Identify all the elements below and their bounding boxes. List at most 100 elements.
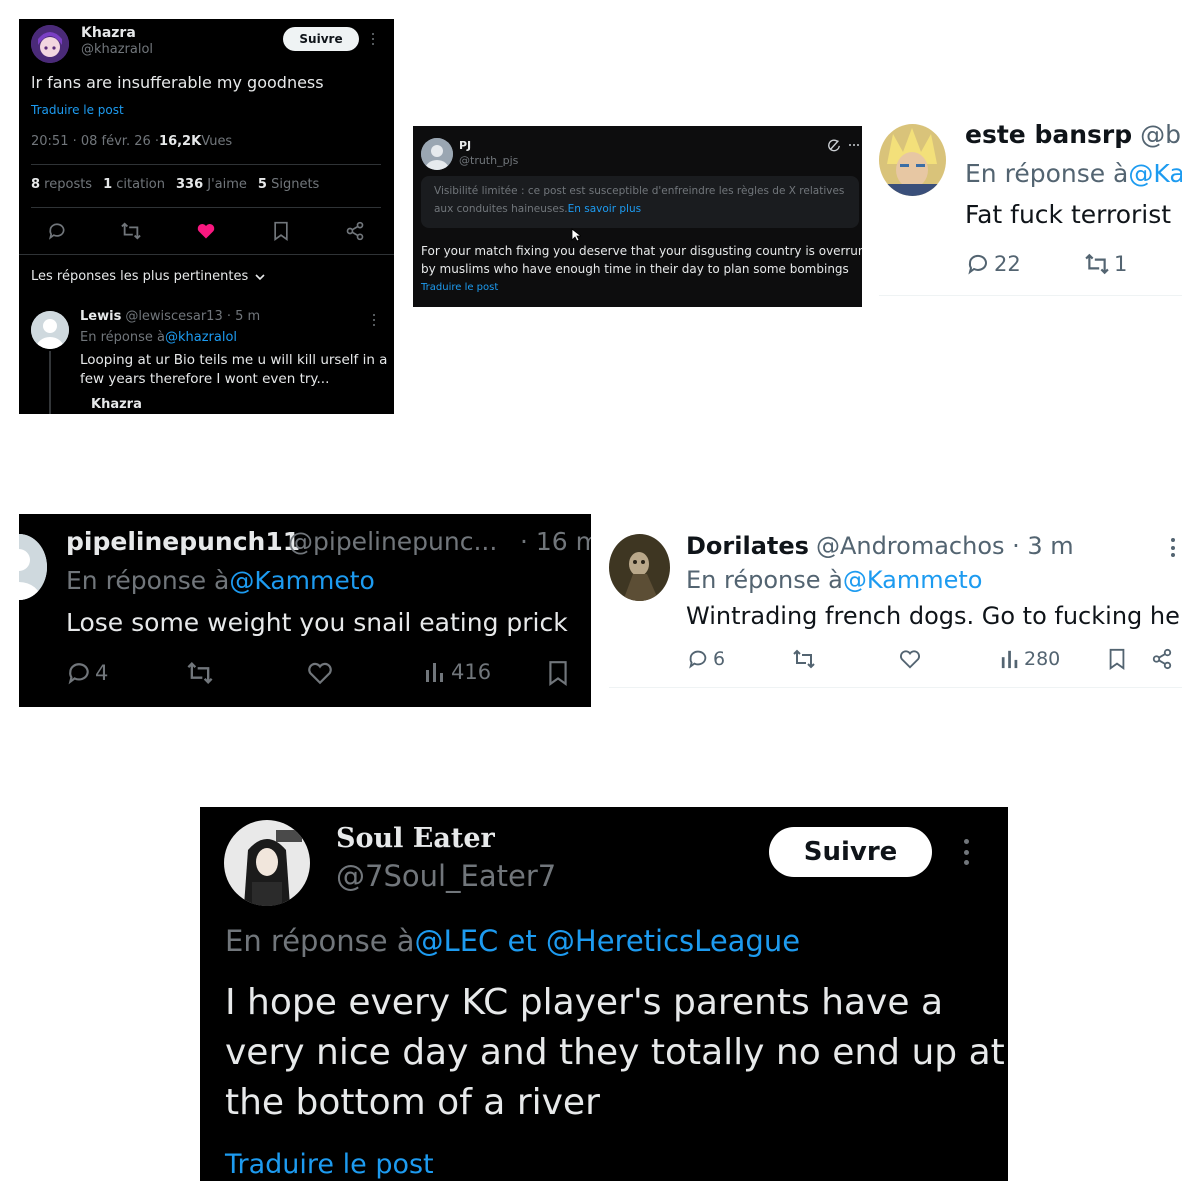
avatar[interactable] [609,534,670,601]
tweet-header: este bansrp @ba [965,120,1182,149]
learn-more-link[interactable]: En savoir plus [568,203,641,215]
display-name[interactable]: Soul Eater [336,823,495,854]
handle[interactable]: @7Soul_Eater7 [336,859,556,893]
reply-header: Lewis @lewiscesar13 · 5 m [80,309,260,324]
handle[interactable]: @truth_pjs [459,154,518,167]
replies-sort-dropdown[interactable]: Les réponses les plus pertinentes [31,269,266,284]
views-button[interactable]: 280 [1000,648,1060,670]
reply-count: 6 [713,648,726,670]
translate-link[interactable]: Traduire le post [421,282,498,293]
tweet-text-line: by muslims who have enough time in their… [421,262,849,276]
in-reply-prefix: En réponse à [66,566,230,595]
tweet-meta: 20:51 · 08 févr. 26 · 16,2K Vues [31,134,232,149]
reply-button[interactable]: 6 [686,648,725,670]
display-name[interactable]: Dorilates [686,532,809,560]
mouse-cursor-icon [571,228,581,242]
views-button[interactable]: 416 [424,660,491,684]
notice-text: Visibilité limitée : ce post est suscept… [434,185,845,197]
in-reply-prefix: En réponse à [225,924,415,958]
reply-author[interactable]: Lewis [80,309,121,324]
timestamp[interactable]: · 16 m [520,527,591,556]
replies-sort-label: Les réponses les plus pertinentes [31,269,249,284]
tweet-text: Fat fuck terrorist [965,200,1172,229]
display-name[interactable]: pipelinepunch11 [66,527,300,556]
display-name[interactable]: este bansrp [965,120,1132,149]
handle[interactable]: @Andromachos · 3 m [816,532,1074,560]
avatar[interactable] [31,25,69,63]
engagement-stats: 8 reposts 1 citation 336 J'aime 5 Signet… [31,177,319,192]
follow-button[interactable]: Suivre [283,27,359,51]
more-options-icon[interactable] [1170,538,1175,557]
reply-button[interactable]: 4 [66,660,108,686]
like-icon[interactable] [196,221,216,241]
mention-link[interactable]: @khazralol [165,330,237,345]
in-reply-to: En réponse à @LEC et @HereticsLeague [225,924,800,958]
tweet-card-pj: PJ @truth_pjs Visibilité limitée : ce po… [413,126,862,307]
mention-link[interactable]: @Ka [1128,159,1182,188]
stat-likes[interactable]: 336 J'aime [176,177,247,192]
mention-link[interactable]: @Kammeto [229,566,374,595]
translate-link[interactable]: Traduire le post [225,1149,434,1180]
avatar[interactable] [19,534,47,600]
avatar[interactable] [879,124,946,196]
reply-icon [686,648,710,670]
bookmark-icon[interactable] [1107,648,1127,670]
avatar[interactable] [31,311,69,349]
handle[interactable]: @pipelinepunc... [288,527,497,556]
mention-link[interactable]: @Kammeto [843,566,983,594]
mention-link[interactable]: @LEC et @HereticsLeague [415,924,801,958]
reply-icon[interactable] [47,221,67,241]
reply-text-line: Looping at ur Bio teils me u will kill u… [80,352,388,368]
like-icon[interactable] [307,660,333,686]
in-reply-to: En réponse à @Kammeto [686,566,982,594]
tweet-text: lr fans are insufferable my goodness [31,73,324,92]
views-label: Vues [201,134,233,149]
divider [879,295,1182,296]
timestamp[interactable]: 20:51 · 08 févr. 26 · [31,134,159,149]
avatar[interactable] [421,138,453,170]
share-icon[interactable] [1151,648,1173,670]
repost-icon[interactable] [791,648,817,670]
translate-link[interactable]: Traduire le post [31,103,124,117]
share-icon[interactable] [345,221,365,241]
notice-text: aux conduites haineuses. [434,203,568,215]
notice-text-line2: aux conduites haineuses. En savoir plus [434,203,641,215]
tweet-card-pipelinepunch11: pipelinepunch11 @pipelinepunc... · 16 m … [19,514,591,707]
tweet-text-line: For your match fixing you deserve that y… [421,244,862,258]
reply-text-line: few years therefore I wont even try... [80,371,330,387]
more-options-icon[interactable] [371,33,375,45]
bookmark-icon[interactable] [547,660,569,686]
bookmark-icon[interactable] [272,221,290,241]
repost-count: 1 [1114,252,1128,276]
more-options-icon[interactable] [372,314,376,326]
handle[interactable]: @khazralol [81,42,153,57]
follow-button[interactable]: Suivre [769,827,932,877]
stat-bookmarks[interactable]: 5 Signets [258,177,319,192]
divider [19,254,394,255]
more-options-icon[interactable] [849,144,859,146]
display-name[interactable]: PJ [459,139,471,152]
like-icon[interactable] [898,648,922,670]
reply-button[interactable]: 22 [965,252,1021,276]
tweet-card-khazra: Khazra @khazralol Suivre lr fans are ins… [19,19,394,414]
repost-icon[interactable] [120,221,142,241]
in-reply-prefix: En réponse à [80,330,165,345]
display-name[interactable]: Khazra [81,25,136,41]
handle[interactable]: @ba [1140,120,1182,149]
stat-reposts[interactable]: 8 reposts [31,177,92,192]
reply-handle[interactable]: @lewiscesar13 · 5 m [125,309,260,324]
more-options-icon[interactable] [963,839,969,865]
avatar[interactable] [224,820,310,906]
visibility-notice: Visibilité limitée : ce post est suscept… [421,176,859,228]
tweet-card-soul-eater: Soul Eater @7Soul_Eater7 Suivre En répon… [200,807,1008,1181]
reply-count: 22 [994,252,1021,276]
views-icon [424,660,446,684]
in-reply-to: En réponse à @Ka [965,159,1182,188]
repost-icon[interactable] [186,660,214,686]
repost-button[interactable]: 1 [1083,252,1127,276]
grok-icon[interactable] [827,138,841,152]
stat-quotes[interactable]: 1 citation [103,177,165,192]
views-count: 416 [451,660,492,684]
next-reply-author[interactable]: Khazra [91,397,142,412]
divider [31,164,381,165]
